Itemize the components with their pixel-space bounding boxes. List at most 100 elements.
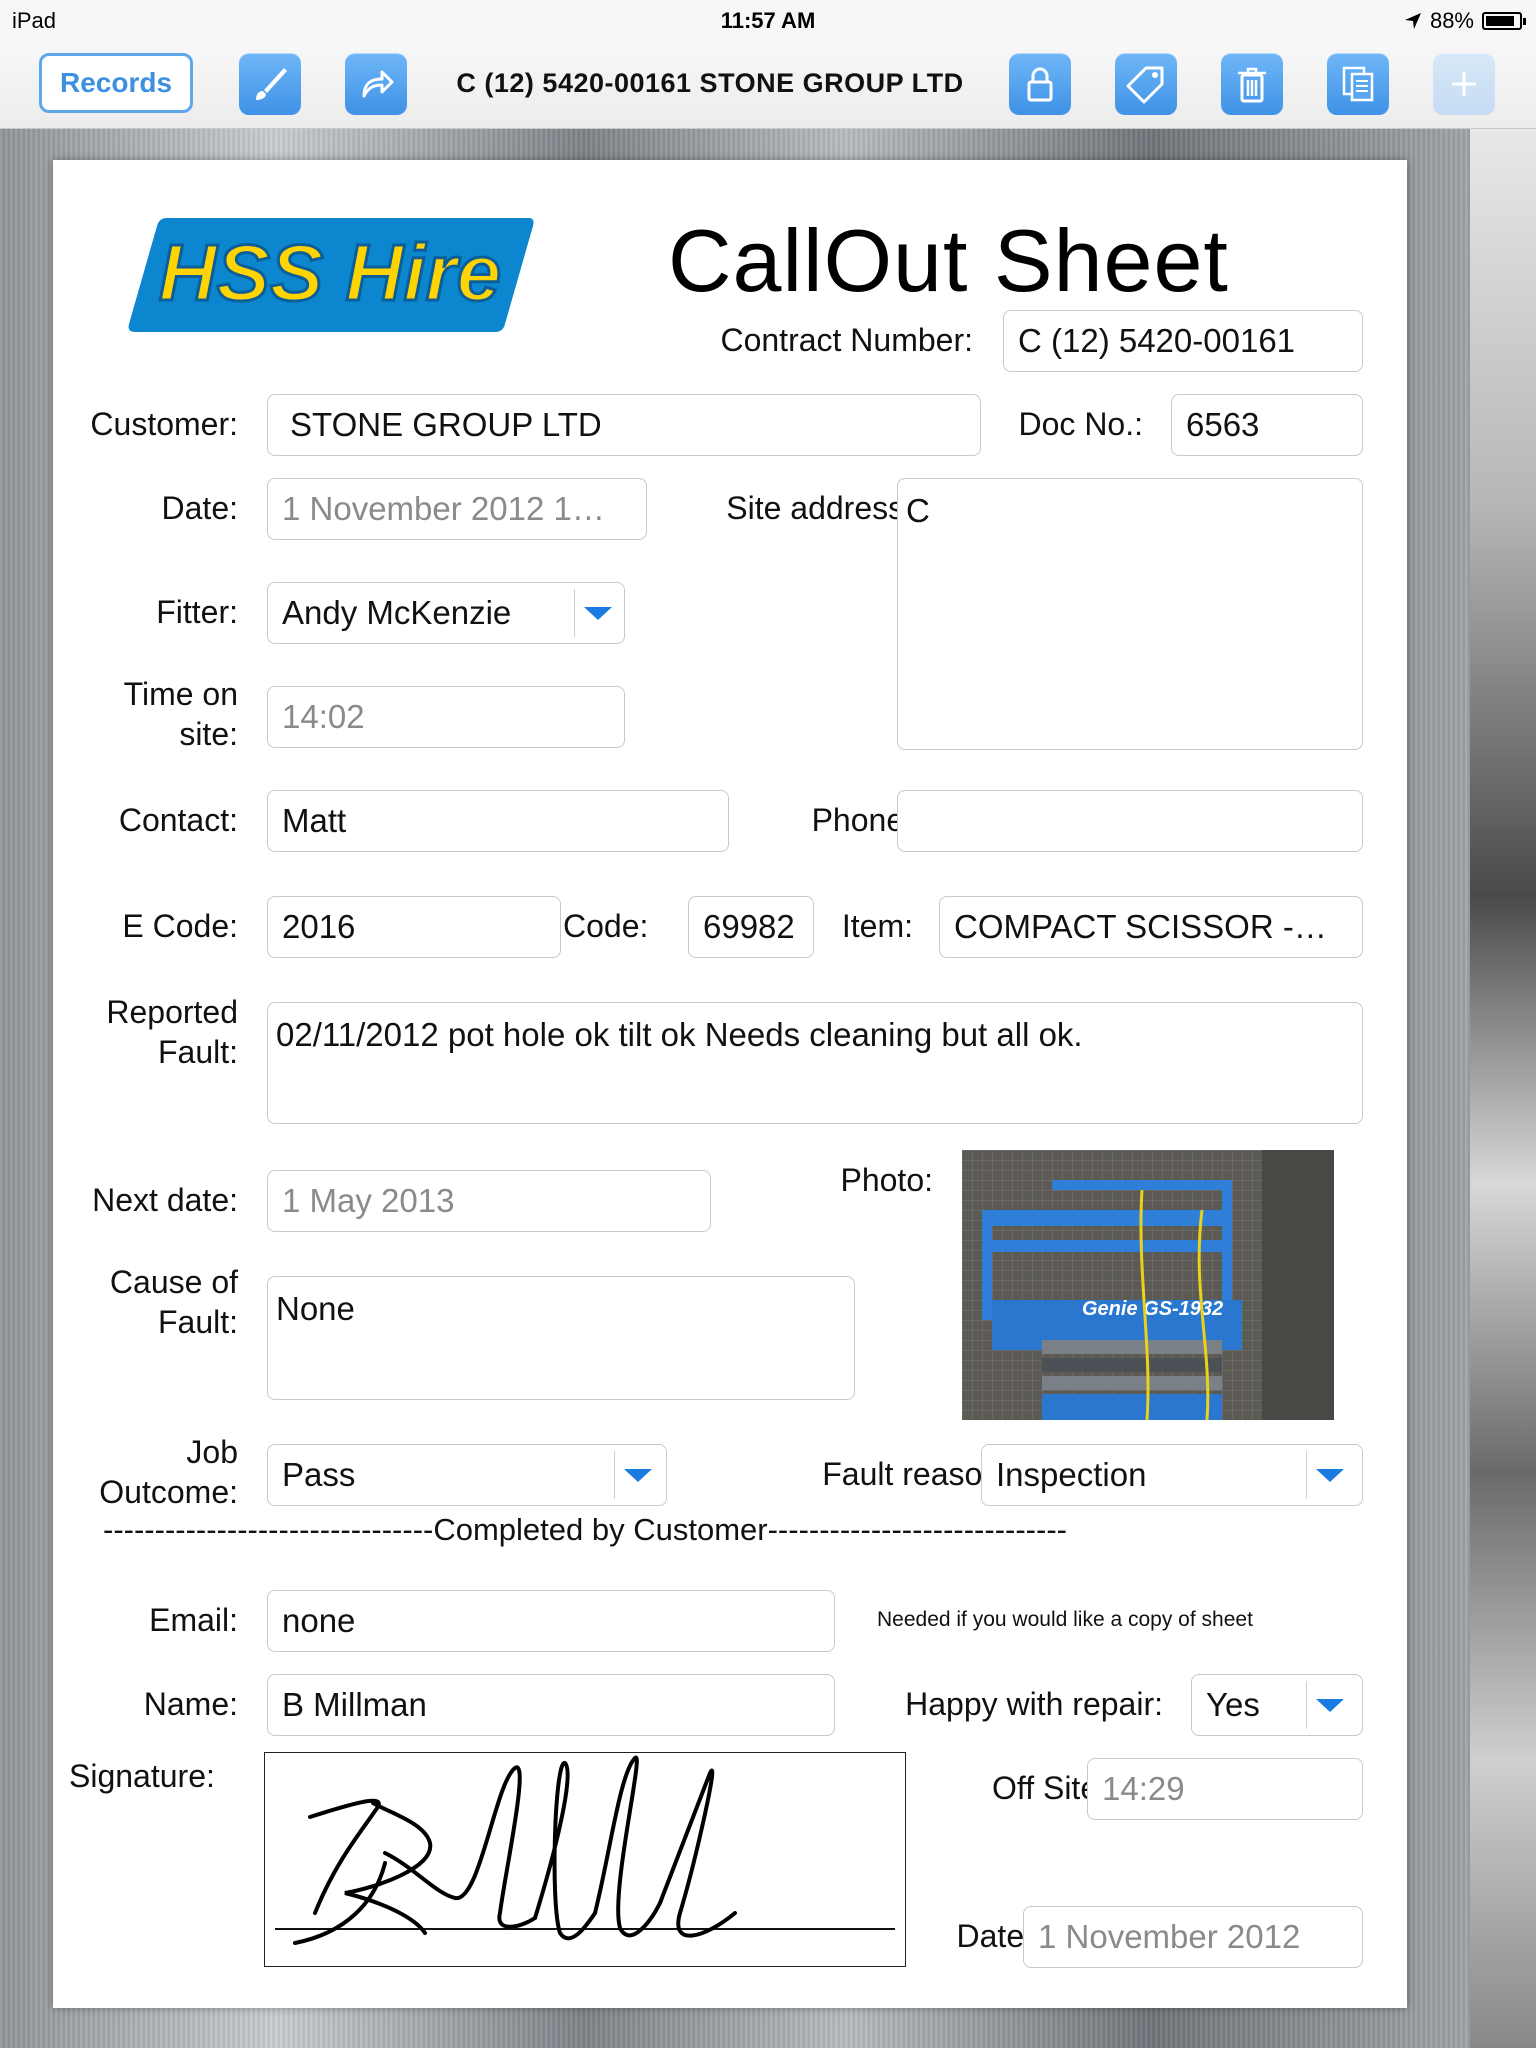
dropdown-separator xyxy=(574,589,575,637)
battery-icon xyxy=(1482,12,1526,30)
photo-thumbnail[interactable]: Genie GS-1932 xyxy=(962,1150,1334,1420)
reported-fault-label: Reported Fault: xyxy=(53,992,238,1072)
phone-field[interactable] xyxy=(897,790,1363,852)
time-on-site-label: Time on site: xyxy=(53,674,238,754)
chevron-down-icon xyxy=(584,607,612,620)
cause-of-fault-field[interactable]: None xyxy=(267,1276,855,1400)
job-outcome-label-line1: Job xyxy=(186,1434,238,1470)
reported-fault-label-line2: Fault: xyxy=(157,1034,238,1070)
contact-field[interactable]: Matt xyxy=(267,790,729,852)
copy-icon xyxy=(1342,66,1374,102)
fitter-value: Andy McKenzie xyxy=(282,594,512,631)
signature-drawing xyxy=(275,1755,895,1945)
e-code-label: E Code: xyxy=(122,908,238,944)
date-field[interactable]: 1 November 2012 1… xyxy=(267,478,647,540)
status-bar: iPad 11:57 AM 88% xyxy=(0,0,1536,40)
fault-reason-label: Fault reason: xyxy=(822,1456,1009,1492)
doc-no-label: Doc No.: xyxy=(1018,406,1143,442)
chevron-down-icon xyxy=(1316,1699,1344,1712)
fault-reason-dropdown[interactable]: Inspection xyxy=(981,1444,1363,1506)
lock-button[interactable] xyxy=(1009,53,1071,115)
job-outcome-value: Pass xyxy=(282,1456,356,1493)
phone-label: Phone: xyxy=(811,802,913,838)
toolbar: Records C (12) 5420-00161 STONE GROUP LT… xyxy=(0,40,1536,129)
contract-number-field[interactable]: C (12) 5420-00161 xyxy=(1003,310,1363,372)
page-title: CallOut Sheet xyxy=(668,211,1229,310)
fault-reason-value: Inspection xyxy=(996,1456,1147,1493)
time-on-site-label-line2: site: xyxy=(179,716,238,752)
job-outcome-dropdown[interactable]: Pass xyxy=(267,1444,667,1506)
item-field[interactable]: COMPACT SCISSOR -… xyxy=(939,896,1363,958)
tag-icon xyxy=(1126,66,1164,104)
cause-of-fault-label-line1: Cause of xyxy=(109,1264,238,1300)
callout-sheet: HSS Hire CallOut Sheet Contract Number: … xyxy=(53,160,1407,2008)
customer-field[interactable]: STONE GROUP LTD xyxy=(267,394,981,456)
doc-no-field[interactable]: 6563 xyxy=(1171,394,1363,456)
next-date-label: Next date: xyxy=(92,1182,238,1218)
code-field[interactable]: 69982 xyxy=(688,896,814,958)
brush-button[interactable] xyxy=(239,53,301,115)
background-edge xyxy=(1470,128,1536,2048)
trash-icon xyxy=(1238,67,1266,103)
time-on-site-field[interactable]: 14:02 xyxy=(267,686,625,748)
job-outcome-label-line2: Outcome: xyxy=(99,1474,238,1510)
records-button[interactable]: Records xyxy=(39,53,193,113)
reported-fault-label-line1: Reported xyxy=(106,994,238,1030)
date2-field[interactable]: 1 November 2012 xyxy=(1023,1906,1363,1968)
name-label: Name: xyxy=(143,1686,238,1722)
clock: 11:57 AM xyxy=(720,8,816,33)
job-outcome-label: Job Outcome: xyxy=(53,1432,238,1512)
site-address-field[interactable]: C xyxy=(897,478,1363,750)
email-note: Needed if you would like a copy of sheet xyxy=(877,1608,1253,1631)
fitter-label: Fitter: xyxy=(156,594,238,630)
chevron-down-icon xyxy=(624,1469,652,1482)
share-arrow-icon xyxy=(362,70,394,98)
location-arrow-icon xyxy=(1404,13,1421,29)
share-button[interactable] xyxy=(345,53,407,115)
contract-number-label: Contract Number: xyxy=(720,322,973,358)
logo-text: HSS Hire xyxy=(159,228,501,317)
status-right: 88% xyxy=(1404,8,1526,34)
signature-pad[interactable] xyxy=(264,1752,906,1967)
hss-hire-logo: HSS Hire xyxy=(128,218,534,332)
fitter-dropdown[interactable]: Andy McKenzie xyxy=(267,582,625,644)
happy-with-repair-label: Happy with repair: xyxy=(905,1686,1163,1722)
document-title: C (12) 5420-00161 STONE GROUP LTD xyxy=(456,68,964,98)
email-label: Email: xyxy=(149,1602,238,1638)
cause-of-fault-label-line2: Fault: xyxy=(157,1304,238,1340)
lock-icon xyxy=(1027,67,1053,102)
photo-label: Photo: xyxy=(840,1162,933,1198)
add-button[interactable] xyxy=(1433,53,1495,115)
chevron-down-icon xyxy=(1316,1469,1344,1482)
plus-icon xyxy=(1452,72,1476,96)
date-label: Date: xyxy=(161,490,238,526)
battery-fill xyxy=(1486,16,1515,26)
happy-with-repair-dropdown[interactable]: Yes xyxy=(1191,1674,1363,1736)
time-on-site-label-line1: Time on xyxy=(123,676,238,712)
cause-of-fault-label: Cause of Fault: xyxy=(53,1262,238,1342)
dropdown-separator xyxy=(1306,1451,1307,1499)
customer-label: Customer: xyxy=(90,406,238,442)
battery-percent: 88% xyxy=(1429,8,1474,33)
contact-label: Contact: xyxy=(118,802,238,838)
site-address-label: Site address: xyxy=(726,490,913,526)
next-date-field[interactable]: 1 May 2013 xyxy=(267,1170,711,1232)
date2-label: Date: xyxy=(956,1918,1033,1954)
copy-button[interactable] xyxy=(1327,53,1389,115)
signature-label: Signature: xyxy=(69,1758,215,1794)
e-code-field[interactable]: 2016 xyxy=(267,896,561,958)
name-field[interactable]: B Millman xyxy=(267,1674,835,1736)
off-site-field[interactable]: 14:29 xyxy=(1087,1758,1363,1820)
dropdown-separator xyxy=(1306,1681,1307,1729)
delete-button[interactable] xyxy=(1221,53,1283,115)
happy-with-repair-value: Yes xyxy=(1206,1686,1260,1723)
off-site-label: Off Site: xyxy=(991,1770,1107,1806)
reported-fault-field[interactable]: 02/11/2012 pot hole ok tilt ok Needs cle… xyxy=(267,1002,1363,1124)
code-label: Code: xyxy=(563,908,649,944)
email-field[interactable]: none xyxy=(267,1590,835,1652)
item-label: Item: xyxy=(841,908,913,944)
tag-button[interactable] xyxy=(1115,53,1177,115)
brush-icon xyxy=(256,68,287,100)
dropdown-separator xyxy=(614,1451,615,1499)
completed-by-customer-divider: --------------------------------Complete… xyxy=(103,1512,1067,1547)
